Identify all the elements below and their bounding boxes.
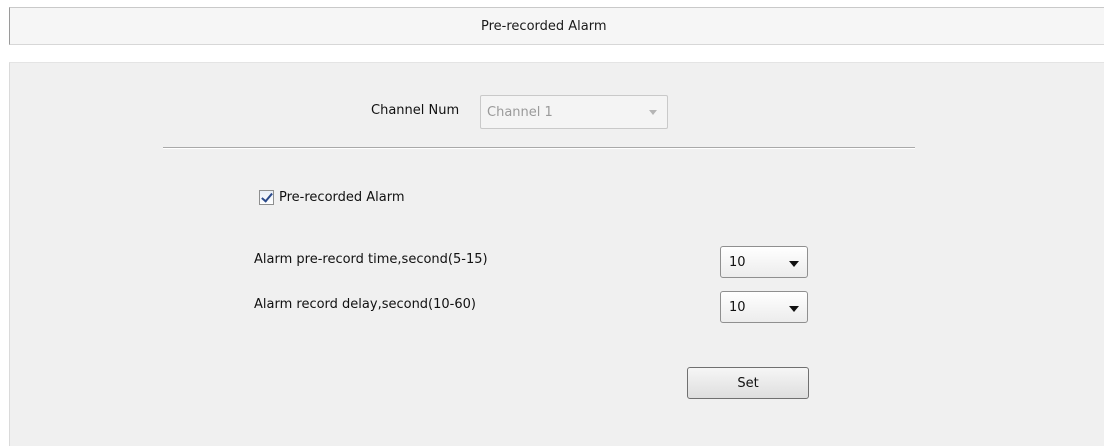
title-bar: Pre-recorded Alarm xyxy=(9,7,1104,45)
set-button[interactable]: Set xyxy=(687,367,809,399)
pre-recorded-alarm-checkbox[interactable] xyxy=(259,190,274,205)
record-delay-label: Alarm record delay,second(10-60) xyxy=(254,297,476,312)
pre-record-time-select[interactable]: 10 xyxy=(720,246,808,278)
record-delay-value: 10 xyxy=(729,300,746,315)
section-divider xyxy=(163,147,915,149)
page-title: Pre-recorded Alarm xyxy=(481,19,607,34)
record-delay-select[interactable]: 10 xyxy=(720,291,808,323)
channel-select-value: Channel 1 xyxy=(487,105,553,120)
channel-num-label: Channel Num xyxy=(371,103,460,118)
pre-recorded-alarm-label[interactable]: Pre-recorded Alarm xyxy=(279,190,405,205)
chevron-down-icon xyxy=(649,110,657,115)
pre-record-time-label: Alarm pre-record time,second(5-15) xyxy=(254,252,488,267)
pre-record-time-value: 10 xyxy=(729,255,746,270)
check-icon xyxy=(261,190,273,203)
chevron-down-icon xyxy=(789,306,799,312)
chevron-down-icon xyxy=(789,261,799,267)
channel-select[interactable]: Channel 1 xyxy=(480,95,668,129)
